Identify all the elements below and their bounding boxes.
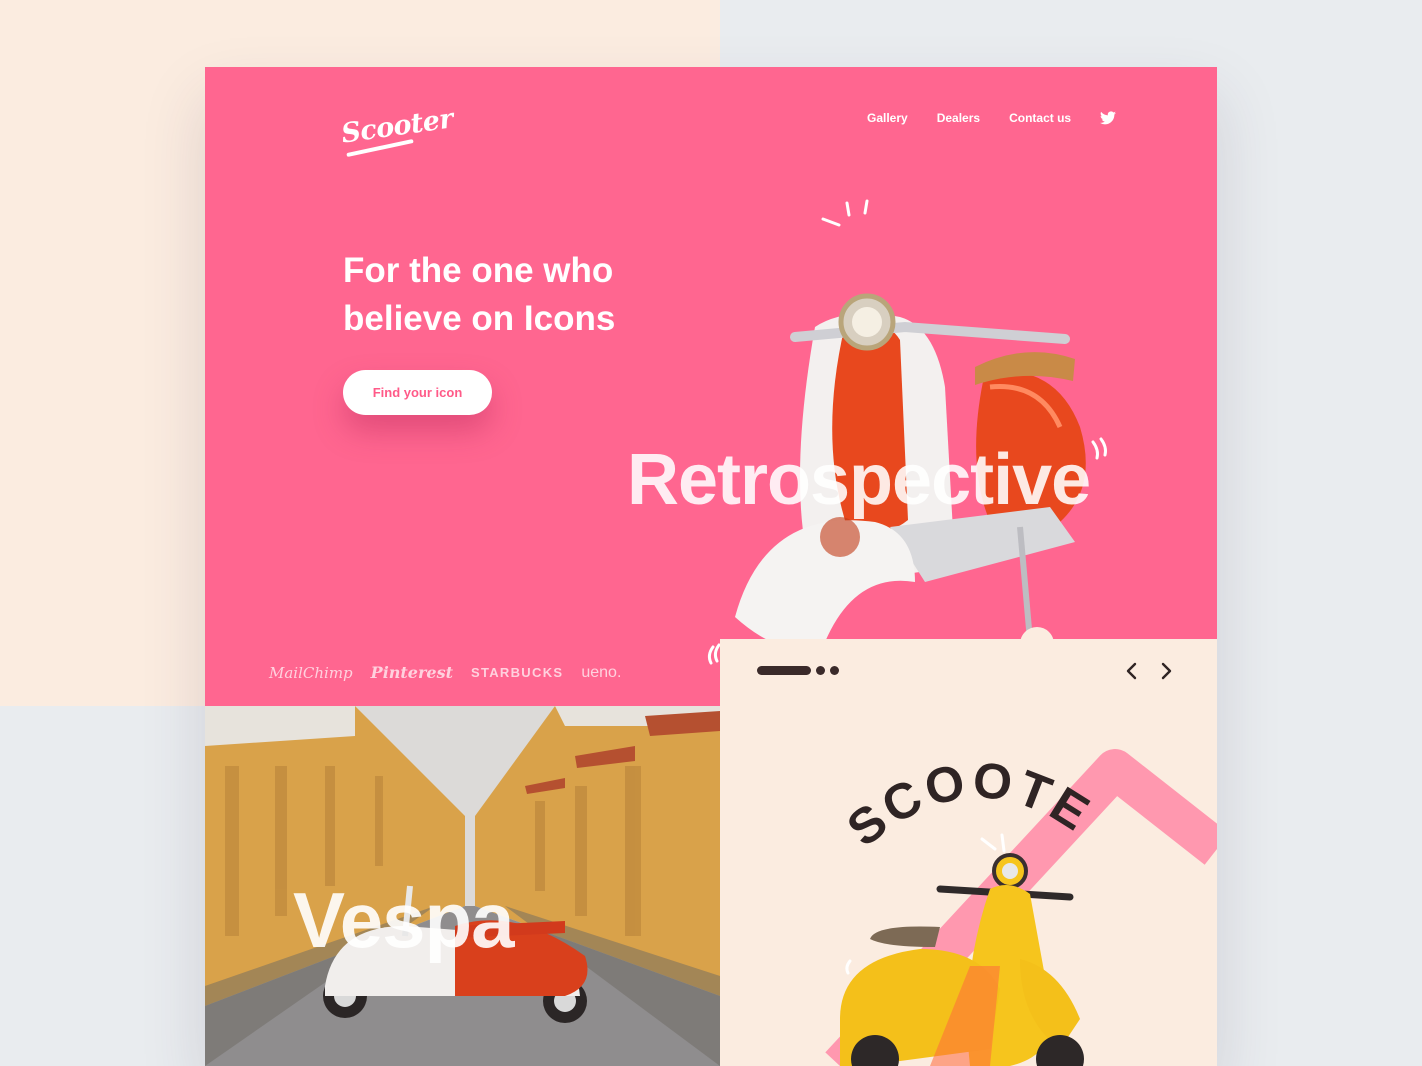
vespa-overlay-text: Vespa	[293, 876, 515, 964]
slider-pagination	[757, 666, 839, 675]
hero-section: Scooter Gallery Dealers Contact us For t…	[205, 67, 1217, 706]
slider-arrows	[1125, 661, 1173, 681]
scooter-illustration: SCOOTER	[720, 639, 1217, 1066]
hero-headline: For the one who believe on Icons	[343, 247, 663, 343]
pinterest-logo: Pinterest	[370, 663, 453, 682]
ueno-logo: ueno.	[581, 663, 622, 681]
twitter-icon[interactable]	[1100, 111, 1117, 125]
main-nav: Gallery Dealers Contact us	[867, 111, 1117, 125]
mailchimp-logo: MailChimp	[269, 663, 353, 682]
headline-line-2: believe on Icons	[343, 299, 616, 338]
headline-line-1: For the one who	[343, 251, 614, 290]
pagination-active-dot[interactable]	[757, 666, 811, 675]
chevron-left-icon[interactable]	[1125, 661, 1139, 681]
panel-notch	[1020, 627, 1054, 661]
nav-gallery-link[interactable]: Gallery	[867, 111, 908, 125]
slider-panel: SCOOTER	[720, 639, 1217, 1066]
nav-dealers-link[interactable]: Dealers	[937, 111, 980, 125]
brand-logos: MailChimp Pinterest STARBUCKS ueno.	[269, 663, 621, 682]
chevron-right-icon[interactable]	[1159, 661, 1173, 681]
retrospective-overlay-text: Retrospective	[627, 440, 1091, 520]
website-mockup: Scooter Gallery Dealers Contact us For t…	[205, 67, 1217, 1066]
find-your-icon-button[interactable]: Find your icon	[343, 370, 492, 415]
starbucks-logo: STARBUCKS	[471, 665, 564, 680]
nav-contact-link[interactable]: Contact us	[1009, 111, 1071, 125]
pagination-dot[interactable]	[830, 666, 839, 675]
pagination-dot[interactable]	[816, 666, 825, 675]
